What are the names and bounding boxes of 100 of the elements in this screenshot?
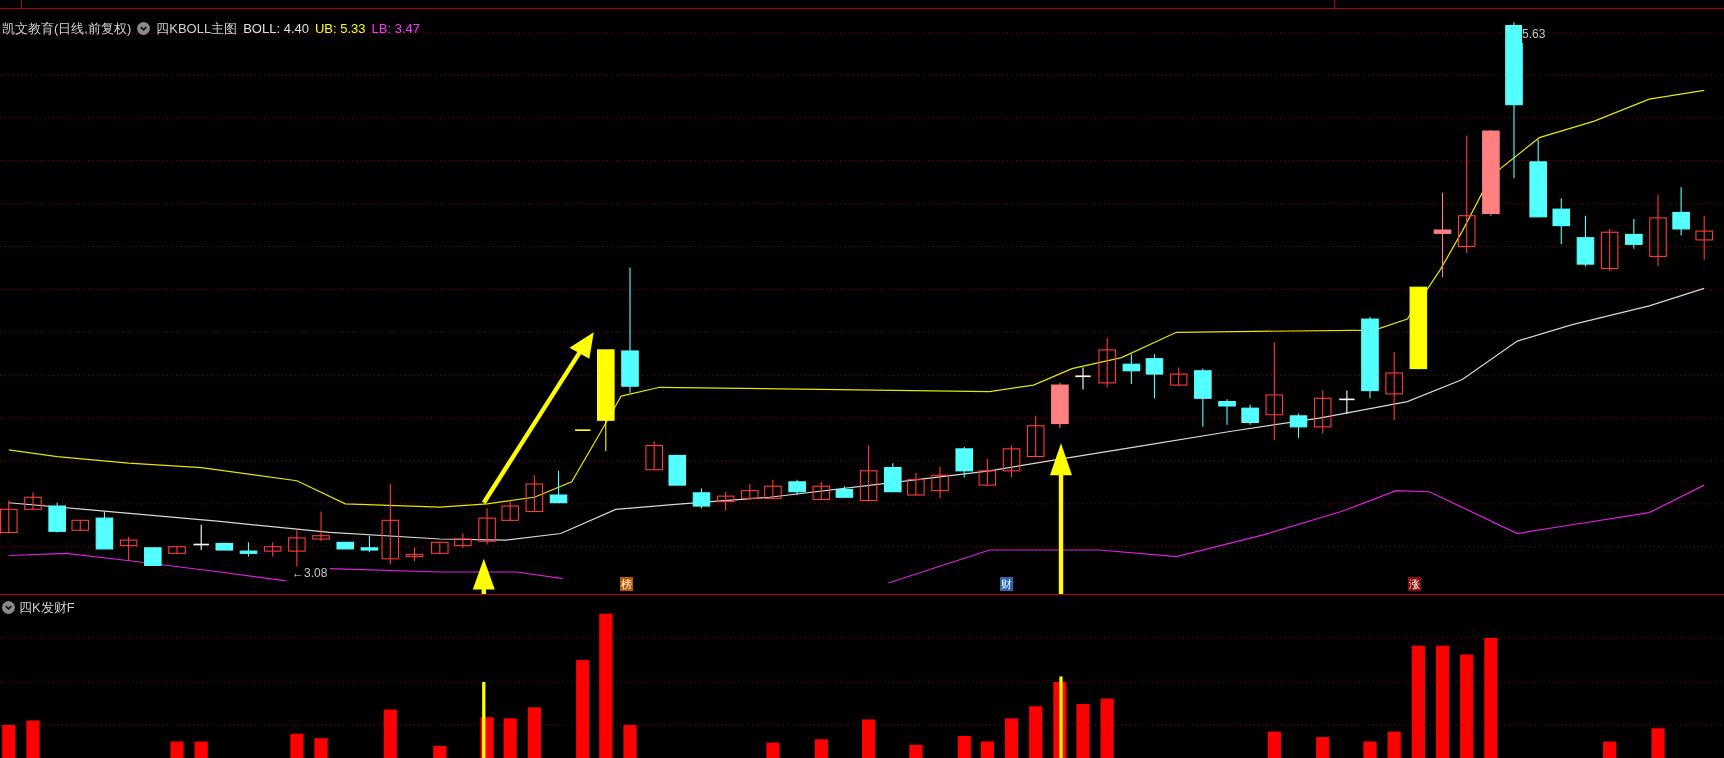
signal-bar <box>314 738 328 758</box>
price-label: ←3.08 <box>292 565 328 582</box>
candlestick-drawing <box>1122 353 1141 385</box>
signal-bar <box>503 718 517 758</box>
candlestick-drawing <box>360 535 379 553</box>
candlestick-drawing <box>288 529 306 568</box>
candlestick-drawing <box>1385 351 1403 421</box>
candlestick-drawing <box>955 446 974 478</box>
candlestick-drawing <box>1338 390 1356 415</box>
candlestick-drawing <box>1672 186 1690 237</box>
candlestick-drawing <box>0 499 18 533</box>
signal-bar <box>1651 728 1665 758</box>
signal-bar <box>1603 741 1617 758</box>
candlestick-drawing <box>1169 366 1188 386</box>
signal-bar <box>1076 704 1090 758</box>
candlestick-drawing <box>1695 215 1713 261</box>
arrow-drawing <box>472 558 495 594</box>
signal-bar <box>862 719 876 758</box>
candlestick-drawing <box>1625 218 1643 250</box>
candlestick-drawing <box>764 479 782 499</box>
signal-bar <box>170 741 184 758</box>
candlestick-drawing <box>525 474 544 513</box>
signal-bar <box>1387 731 1401 758</box>
candlestick-drawing <box>1313 390 1332 434</box>
candlestick-drawing <box>24 492 42 510</box>
candlestick-drawing <box>119 536 138 562</box>
signal-bar <box>1363 741 1377 758</box>
candlestick-drawing <box>1552 197 1571 245</box>
candlestick-drawing <box>1051 382 1069 429</box>
signal-bar <box>623 724 637 758</box>
candlestick-drawing <box>95 510 114 550</box>
candlestick-drawing <box>478 507 496 546</box>
candlestick-drawing <box>239 541 258 558</box>
candlestick-drawing <box>1218 398 1236 426</box>
signal-bar <box>909 744 923 758</box>
candlestick-drawing <box>263 541 282 558</box>
candlestick-drawing <box>48 502 66 533</box>
chevron-icon[interactable] <box>2 601 15 615</box>
candlestick-drawing <box>549 470 568 504</box>
candlestick-drawing <box>1600 228 1619 272</box>
candlestick-drawing <box>1241 404 1259 426</box>
candlestick-drawing <box>431 541 449 554</box>
candlestick-drawing <box>1074 366 1092 391</box>
candlestick-drawing <box>716 491 735 511</box>
arrow-icon <box>481 332 594 504</box>
signal-bar <box>1100 698 1114 758</box>
candlestick-drawing <box>1576 215 1595 267</box>
candlestick-drawing <box>668 454 687 486</box>
candlestick-drawing <box>788 479 806 496</box>
indicator-value: BOLL: 4.40 <box>243 20 309 38</box>
candlestick-drawing <box>859 445 878 502</box>
indicator-name: 四K发财F <box>19 599 75 617</box>
signal-marker: 榜 <box>620 577 633 591</box>
signal-bar <box>527 707 541 758</box>
signal-bar <box>1004 718 1019 758</box>
signal-bar <box>766 742 780 758</box>
candlestick-drawing <box>835 485 854 498</box>
chevron-icon[interactable] <box>137 22 151 36</box>
candlestick-drawing <box>645 440 663 471</box>
candlestick-drawing <box>741 483 759 499</box>
signal-bar <box>1316 737 1330 758</box>
candlestick-drawing <box>405 547 424 562</box>
indicator-name: 四KBOLL主图 <box>156 20 238 38</box>
indicator-value: LB: 3.47 <box>371 20 420 38</box>
candlestick-drawing <box>884 462 902 493</box>
candlestick-drawing <box>312 510 330 542</box>
candlestick-drawing <box>1194 368 1212 428</box>
price-label: 5.63 <box>1522 25 1546 43</box>
candlestick-drawing <box>1289 413 1308 439</box>
candlestick-drawing <box>978 458 997 486</box>
signal-bar <box>1267 731 1281 758</box>
signal-bar <box>383 709 397 758</box>
indicator-value: UB: 5.33 <box>315 20 366 38</box>
candlestick-drawing <box>574 429 592 431</box>
signal-marker: 财 <box>1000 577 1013 591</box>
candlestick-drawing <box>192 524 210 551</box>
signal-bar <box>980 741 994 758</box>
candlestick-drawing <box>812 481 831 500</box>
candlestick-drawing <box>501 499 519 521</box>
signal-bar <box>433 745 447 758</box>
signal-bar <box>2 724 16 758</box>
candlestick-drawing <box>1145 353 1164 399</box>
candlestick-drawing <box>215 542 234 551</box>
signal-marker: 涨 <box>1408 577 1421 591</box>
candlestick-drawing <box>692 487 711 509</box>
signal-bar <box>26 720 40 758</box>
candlestick-drawing <box>168 546 186 554</box>
candlestick-drawing <box>144 547 162 566</box>
signal-bar <box>957 735 971 758</box>
chart-title: 凯文教育(日线,前复权) <box>2 20 132 38</box>
signal-bar <box>1029 706 1043 758</box>
candlestick-drawing <box>907 472 925 496</box>
candlestick-drawing <box>336 541 355 550</box>
candlestick-drawing <box>931 465 949 499</box>
candlestick-drawing <box>454 532 472 549</box>
candlestick-drawing <box>71 519 90 531</box>
candlestick-drawing <box>1002 445 1021 478</box>
signal-bar <box>814 739 828 758</box>
candlestick-drawing <box>1026 415 1045 458</box>
signal-bar <box>290 733 304 758</box>
